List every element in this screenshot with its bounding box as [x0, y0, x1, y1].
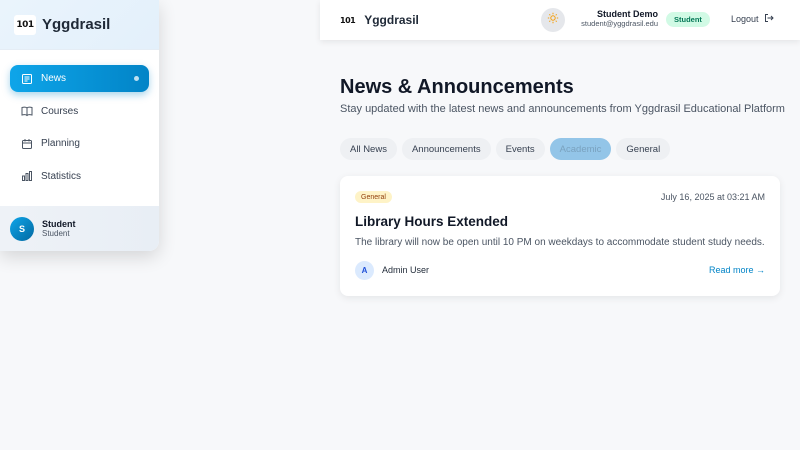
logo-icon: 101	[340, 15, 356, 25]
sidebar: 101 Yggdrasil News Courses Planning Stat…	[0, 0, 159, 251]
author-avatar: A	[355, 261, 374, 280]
book-icon	[21, 105, 33, 117]
active-indicator	[134, 76, 139, 81]
filter-announcements[interactable]: Announcements	[401, 138, 491, 160]
sidebar-user-profile[interactable]: S Student Student	[0, 206, 159, 251]
filter-all-news[interactable]: All News	[340, 138, 397, 160]
sidebar-item-label: Courses	[41, 105, 79, 117]
sidebar-user-role: Student	[42, 229, 70, 239]
filter-general[interactable]: General	[616, 138, 671, 160]
sidebar-item-statistics[interactable]: Statistics	[10, 163, 149, 190]
news-date: July 16, 2025 at 03:21 AM	[660, 192, 765, 202]
logout-icon	[759, 13, 774, 25]
logout-button[interactable]: Logout	[731, 13, 774, 25]
sidebar-nav: News Courses Planning Statistics	[0, 50, 159, 190]
sidebar-user-name: Student	[42, 218, 76, 229]
category-badge: General	[355, 191, 392, 203]
sidebar-item-label: Statistics	[41, 170, 82, 182]
news-card: General July 16, 2025 at 03:21 AM Librar…	[340, 176, 780, 296]
top-bar: 101 Yggdrasil Student Demo student@yggdr…	[320, 0, 800, 40]
news-body: The library will now be open until 10 PM…	[355, 237, 765, 248]
logout-label: Logout	[731, 14, 759, 24]
author-name: Admin User	[382, 265, 430, 275]
filter-tabs: All News Announcements Events Academic G…	[340, 138, 675, 160]
role-badge: Student	[666, 12, 710, 27]
sidebar-item-news[interactable]: News	[10, 65, 149, 92]
logo-icon: 101	[14, 14, 36, 35]
calendar-icon	[21, 138, 33, 150]
top-brand: Yggdrasil	[364, 13, 419, 27]
read-more-link[interactable]: Read more →	[709, 265, 765, 275]
top-user-email: student@yggdrasil.edu	[581, 18, 658, 28]
sidebar-item-planning[interactable]: Planning	[10, 130, 149, 157]
filter-events[interactable]: Events	[495, 138, 545, 160]
theme-toggle-button[interactable]	[541, 8, 565, 32]
news-title: Library Hours Extended	[355, 214, 509, 229]
newspaper-icon	[21, 73, 33, 85]
avatar: S	[10, 216, 34, 241]
page-subtitle: Stay updated with the latest news and an…	[340, 103, 785, 115]
sidebar-item-courses[interactable]: Courses	[10, 98, 149, 125]
top-user-info: Student Demo student@yggdrasil.edu	[581, 9, 658, 28]
page-title: News & Announcements	[340, 76, 574, 98]
sidebar-item-label: Planning	[41, 138, 80, 149]
filter-academic[interactable]: Academic	[549, 138, 612, 160]
sidebar-brand: Yggdrasil	[42, 16, 111, 33]
sidebar-header: 101 Yggdrasil	[0, 0, 159, 50]
sidebar-item-label: News	[41, 73, 67, 84]
bar-chart-icon	[21, 170, 33, 182]
sun-icon	[547, 11, 559, 29]
